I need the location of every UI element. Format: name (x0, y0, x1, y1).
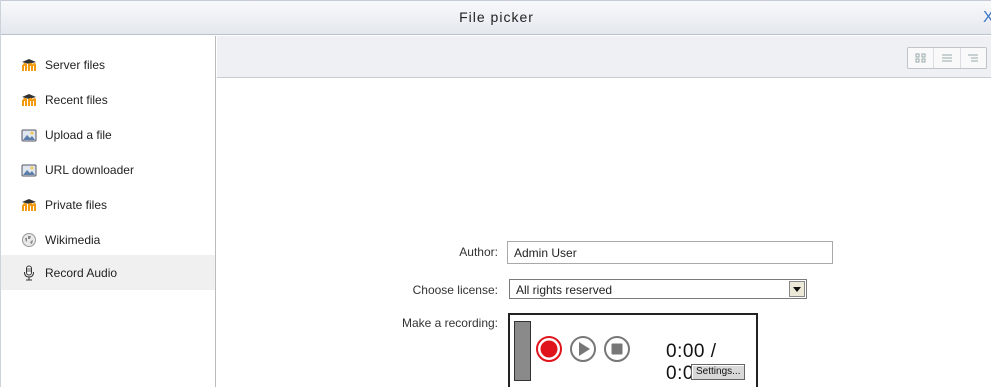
recording-level-meter (514, 321, 531, 381)
microphone-icon (21, 265, 37, 281)
repository-sidebar: Server files Recent files Upload a file … (1, 36, 216, 387)
view-mode-switcher (907, 47, 987, 69)
sidebar-item-private-files[interactable]: Private files (1, 187, 215, 222)
dialog-titlebar: File picker X (1, 0, 991, 35)
icons-view-icon[interactable] (908, 48, 935, 68)
sidebar-item-server-files[interactable]: Server files (1, 47, 215, 82)
chevron-down-icon[interactable] (789, 281, 805, 297)
sidebar-item-url-downloader[interactable]: URL downloader (1, 152, 215, 187)
sidebar-item-recent-files[interactable]: Recent files (1, 82, 215, 117)
filepicker-toolbar (217, 36, 991, 78)
recording-label: Make a recording: (401, 316, 498, 330)
record-button[interactable] (536, 336, 562, 362)
list-view-icon[interactable] (934, 48, 961, 68)
sidebar-item-record-audio[interactable]: Record Audio (1, 255, 215, 290)
play-button[interactable] (570, 336, 596, 362)
author-field[interactable] (507, 241, 833, 264)
file-picker-dialog: File picker X Server files Recent files … (0, 0, 991, 387)
url-icon (21, 162, 37, 178)
sidebar-item-label: Record Audio (45, 265, 118, 280)
wikimedia-icon (21, 232, 37, 248)
license-label: Choose license: (412, 283, 498, 297)
stop-button[interactable] (604, 336, 630, 362)
moodle-icon (21, 57, 37, 73)
license-select[interactable]: All rights reserved (509, 279, 807, 299)
tree-view-icon[interactable] (961, 48, 986, 68)
sidebar-item-label: Server files (45, 57, 106, 72)
sidebar-item-label: Wikimedia (45, 232, 101, 247)
dialog-title: File picker (459, 9, 534, 25)
moodle-icon (21, 92, 37, 108)
license-selected-value: All rights reserved (516, 283, 613, 297)
moodle-icon (21, 197, 37, 213)
sidebar-item-label: Private files (45, 197, 108, 212)
settings-button[interactable]: Settings... (691, 364, 746, 380)
audio-recorder: 0:00 / 0:00 Settings... (508, 313, 758, 387)
sidebar-item-upload-a-file[interactable]: Upload a file (1, 117, 215, 152)
sidebar-item-label: Recent files (45, 92, 108, 107)
upload-icon (21, 127, 37, 143)
sidebar-item-label: URL downloader (45, 162, 134, 177)
sidebar-item-label: Upload a file (45, 127, 112, 142)
sidebar-item-wikimedia[interactable]: Wikimedia (1, 222, 215, 257)
author-label: Author: (459, 245, 498, 259)
close-icon[interactable]: X (983, 10, 991, 26)
